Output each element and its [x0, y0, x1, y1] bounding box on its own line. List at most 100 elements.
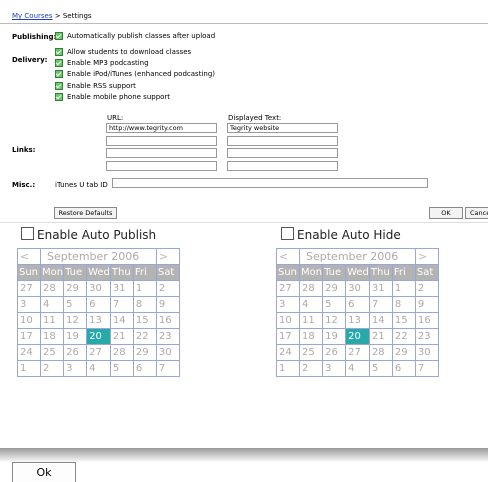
calendar-day[interactable]: 27 [276, 280, 300, 297]
calendar-day[interactable]: 28 [39, 280, 65, 297]
calendar-day[interactable]: 4 [86, 360, 111, 377]
calendar-prev-button[interactable]: < [17, 248, 41, 265]
calendar-day[interactable]: 7 [414, 360, 439, 377]
calendar-day[interactable]: 29 [63, 280, 88, 297]
checkbox-checked-icon[interactable] [55, 59, 63, 67]
calendar-day[interactable]: 6 [391, 360, 416, 377]
calendar-day[interactable]: 27 [17, 280, 41, 297]
calendar-day[interactable]: 16 [414, 312, 439, 329]
calendar-day[interactable]: 31 [368, 280, 393, 297]
calendar-day[interactable]: 6 [132, 360, 157, 377]
calendar-day[interactable]: 22 [132, 328, 157, 345]
link-text-input-2[interactable] [227, 136, 338, 146]
calendar-day[interactable]: 5 [63, 296, 88, 313]
calendar-day[interactable]: 8 [391, 296, 416, 313]
link-url-input-3[interactable] [106, 148, 217, 158]
calendar-day[interactable]: 4 [345, 360, 370, 377]
calendar-day[interactable]: 13 [345, 312, 370, 329]
calendar-day[interactable]: 5 [368, 360, 393, 377]
auto-hide-toggle[interactable]: Enable Auto Hide [281, 227, 401, 242]
calendar-day[interactable]: 16 [155, 312, 180, 329]
calendar-day[interactable]: 25 [298, 344, 324, 361]
calendar-day[interactable]: 4 [39, 296, 65, 313]
ok-submit-button[interactable]: Ok [12, 462, 76, 482]
cancel-button[interactable]: Cancel [465, 207, 488, 219]
calendar-day[interactable]: 7 [368, 296, 393, 313]
calendar-day[interactable]: 15 [391, 312, 416, 329]
calendar-day[interactable]: 2 [298, 360, 324, 377]
calendar-day[interactable]: 27 [86, 344, 111, 361]
calendar-day[interactable]: 14 [109, 312, 134, 329]
calendar-day[interactable]: 21 [109, 328, 134, 345]
calendar-day[interactable]: 17 [17, 328, 41, 345]
calendar-day[interactable]: 3 [17, 296, 41, 313]
calendar-day[interactable]: 28 [109, 344, 134, 361]
checkbox-checked-icon[interactable] [55, 82, 63, 90]
ok-button[interactable]: OK [429, 207, 463, 219]
checkbox-checked-icon[interactable] [55, 48, 63, 56]
link-text-input-3[interactable] [227, 148, 338, 158]
link-text-input-4[interactable] [227, 161, 338, 171]
calendar-day[interactable]: 13 [86, 312, 111, 329]
calendar-day-selected[interactable]: 20 [86, 328, 111, 345]
calendar-day[interactable]: 10 [276, 312, 300, 329]
calendar-day[interactable]: 30 [155, 344, 180, 361]
calendar-day[interactable]: 3 [276, 296, 300, 313]
calendar-day[interactable]: 14 [368, 312, 393, 329]
calendar-day[interactable]: 7 [109, 296, 134, 313]
calendar-day[interactable]: 21 [368, 328, 393, 345]
calendar-day[interactable]: 26 [322, 344, 347, 361]
calendar-day[interactable]: 29 [132, 344, 157, 361]
calendar-day[interactable]: 23 [155, 328, 180, 345]
calendar-day[interactable]: 19 [63, 328, 88, 345]
calendar-day[interactable]: 12 [322, 312, 347, 329]
calendar-day[interactable]: 1 [276, 360, 300, 377]
checkbox-unchecked-icon[interactable] [281, 227, 294, 240]
calendar-day[interactable]: 11 [298, 312, 324, 329]
calendar-day[interactable]: 23 [414, 328, 439, 345]
auto-publish-toggle[interactable]: Enable Auto Publish [21, 227, 156, 242]
calendar-day[interactable]: 6 [86, 296, 111, 313]
calendar-day[interactable]: 8 [132, 296, 157, 313]
calendar-day[interactable]: 30 [345, 280, 370, 297]
itunes-tab-id-input[interactable] [112, 178, 428, 188]
publishing-option[interactable]: Automatically publish classes after uplo… [55, 32, 215, 40]
calendar-day[interactable]: 30 [414, 344, 439, 361]
calendar-prev-button[interactable]: < [276, 248, 300, 265]
delivery-option-ipod[interactable]: Enable iPod/iTunes (enhanced podcasting) [55, 70, 215, 78]
calendar-day[interactable]: 22 [391, 328, 416, 345]
calendar-day[interactable]: 5 [109, 360, 134, 377]
delivery-option-rss[interactable]: Enable RSS support [55, 82, 136, 90]
breadcrumb-my-courses-link[interactable]: My Courses [12, 12, 53, 20]
calendar-day[interactable]: 1 [391, 280, 416, 297]
calendar-day[interactable]: 2 [414, 280, 439, 297]
calendar-day[interactable]: 29 [391, 344, 416, 361]
delivery-option-mobile[interactable]: Enable mobile phone support [55, 93, 170, 101]
calendar-day[interactable]: 2 [39, 360, 65, 377]
calendar-day[interactable]: 30 [86, 280, 111, 297]
calendar-next-button[interactable]: > [414, 248, 439, 265]
calendar-day[interactable]: 24 [276, 344, 300, 361]
calendar-day[interactable]: 7 [155, 360, 180, 377]
calendar-day[interactable]: 29 [322, 280, 347, 297]
calendar-day[interactable]: 19 [322, 328, 347, 345]
calendar-day[interactable]: 2 [155, 280, 180, 297]
calendar-day[interactable]: 27 [345, 344, 370, 361]
link-text-input-1[interactable]: Tegrity website [227, 123, 338, 133]
calendar-day[interactable]: 12 [63, 312, 88, 329]
calendar-day[interactable]: 28 [368, 344, 393, 361]
delivery-option-download[interactable]: Allow students to download classes [55, 48, 191, 56]
calendar-day[interactable]: 15 [132, 312, 157, 329]
checkbox-checked-icon[interactable] [55, 70, 63, 78]
calendar-next-button[interactable]: > [155, 248, 180, 265]
calendar-day[interactable]: 9 [414, 296, 439, 313]
calendar-day[interactable]: 11 [39, 312, 65, 329]
link-url-input-1[interactable]: http://www.tegrity.com [106, 123, 217, 133]
delivery-option-mp3[interactable]: Enable MP3 podcasting [55, 59, 149, 67]
checkbox-checked-icon[interactable] [55, 32, 63, 40]
calendar-day[interactable]: 18 [298, 328, 324, 345]
calendar-day[interactable]: 28 [298, 280, 324, 297]
calendar-day[interactable]: 18 [39, 328, 65, 345]
calendar-day[interactable]: 17 [276, 328, 300, 345]
calendar-day[interactable]: 6 [345, 296, 370, 313]
